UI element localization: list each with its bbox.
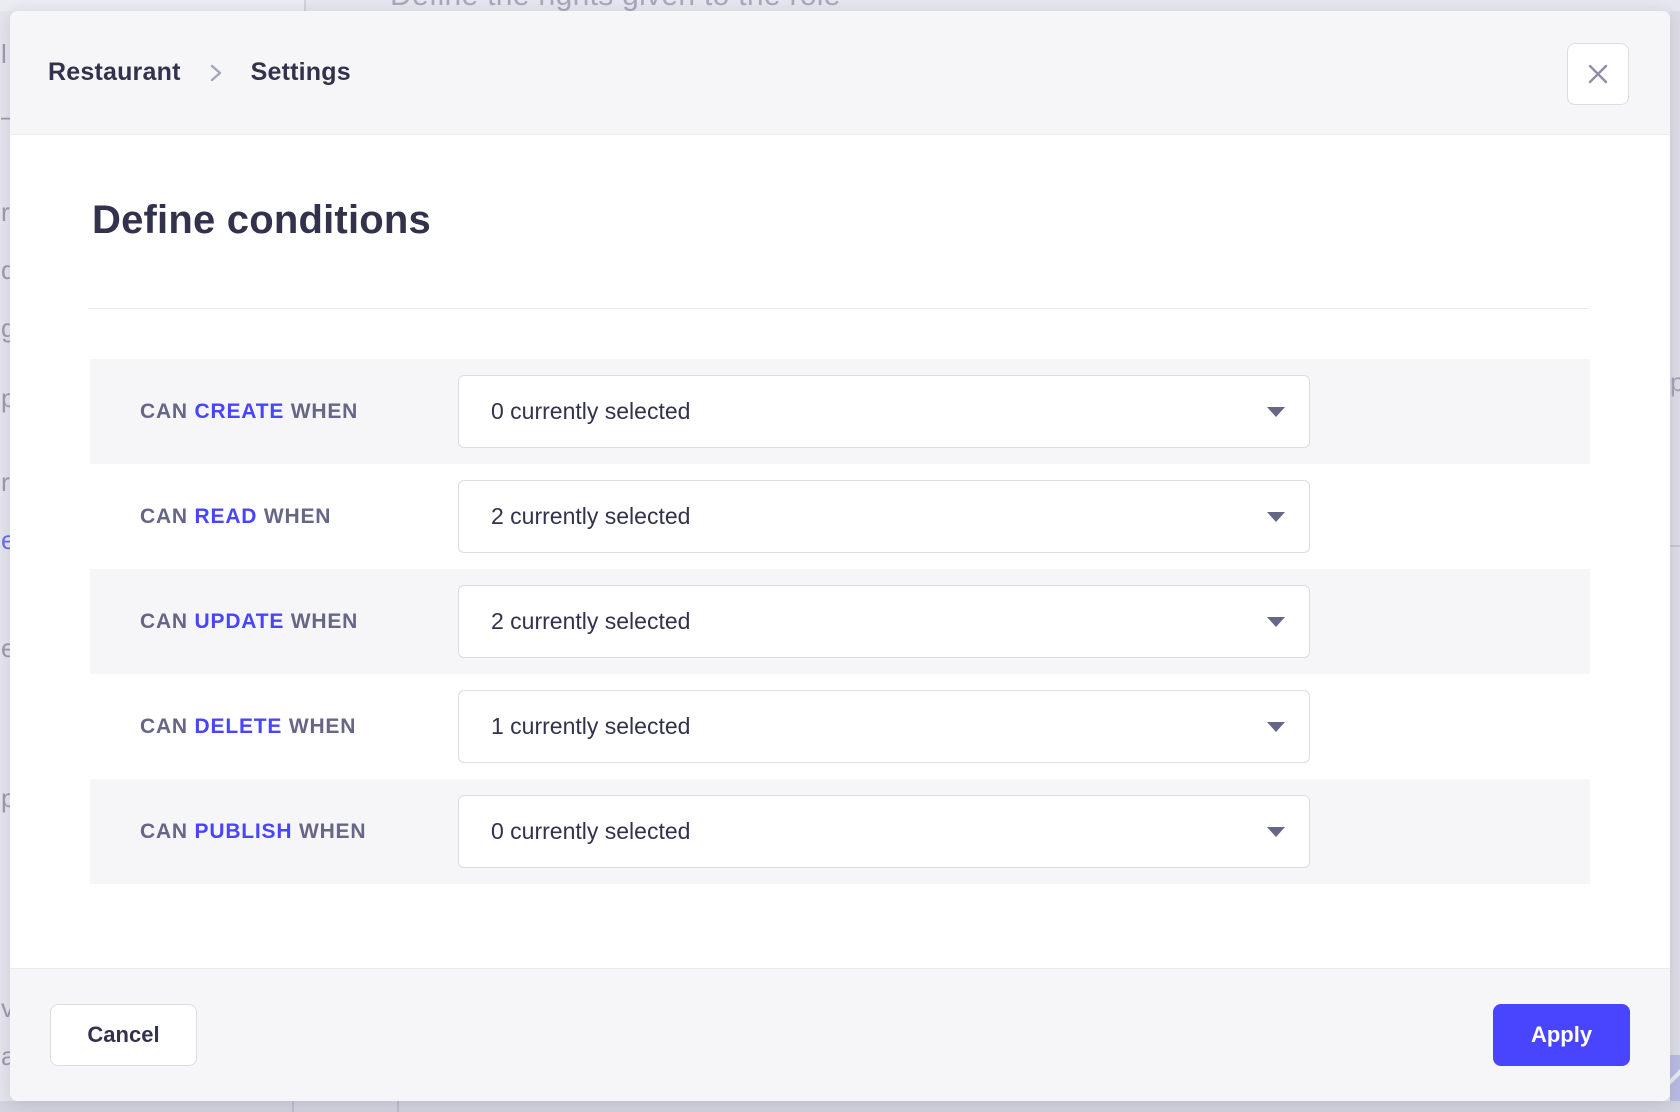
- background-text-fragment: v: [1, 995, 10, 1021]
- label-action: PUBLISH: [195, 820, 293, 843]
- background-divider: [292, 1101, 294, 1112]
- title-divider: [88, 308, 1590, 309]
- conditions-table: CAN CREATE WHEN 0 currently selected CAN…: [90, 359, 1590, 884]
- modal-body: Define conditions CAN CREATE WHEN 0 curr…: [10, 136, 1670, 968]
- select-value: 2 currently selected: [491, 608, 690, 635]
- label-prefix: CAN: [140, 820, 188, 843]
- caret-down-icon: [1267, 512, 1285, 522]
- background-text-fragment: ai: [1, 1043, 10, 1069]
- breadcrumb-parent[interactable]: Restaurant: [48, 58, 181, 87]
- delete-conditions-select[interactable]: 1 currently selected: [458, 690, 1310, 763]
- background-left-strip: l — r d g p ri e er p v ai: [0, 11, 10, 1101]
- caret-down-icon: [1267, 407, 1285, 417]
- cancel-button[interactable]: Cancel: [50, 1004, 197, 1066]
- condition-label: CAN PUBLISH WHEN: [90, 820, 458, 844]
- background-text-fragment: l: [1, 41, 7, 67]
- modal-footer: Cancel Apply: [10, 968, 1670, 1101]
- condition-row-publish: CAN PUBLISH WHEN 0 currently selected: [90, 779, 1590, 884]
- background-edit-icon-fragment: [1670, 1055, 1680, 1101]
- breadcrumb-current: Settings: [251, 58, 351, 87]
- condition-label: CAN UPDATE WHEN: [90, 610, 458, 634]
- select-value: 0 currently selected: [491, 818, 690, 845]
- create-conditions-select[interactable]: 0 currently selected: [458, 375, 1310, 448]
- update-conditions-select[interactable]: 2 currently selected: [458, 585, 1310, 658]
- background-divider: [304, 0, 306, 11]
- page-title: Define conditions: [92, 198, 431, 243]
- caret-down-icon: [1267, 827, 1285, 837]
- chevron-right-icon: [209, 62, 223, 84]
- label-action: READ: [195, 505, 258, 528]
- select-value: 0 currently selected: [491, 398, 690, 425]
- breadcrumb: Restaurant Settings: [48, 58, 351, 87]
- label-suffix: WHEN: [289, 715, 356, 738]
- background-text-fragment: d: [1, 257, 10, 283]
- label-action: DELETE: [195, 715, 283, 738]
- background-text-fragment: g: [1, 315, 10, 341]
- label-suffix: WHEN: [299, 820, 366, 843]
- read-conditions-select[interactable]: 2 currently selected: [458, 480, 1310, 553]
- label-prefix: CAN: [140, 400, 188, 423]
- background-right-strip: p: [1670, 11, 1680, 1101]
- label-suffix: WHEN: [291, 610, 358, 633]
- condition-row-update: CAN UPDATE WHEN 2 currently selected: [90, 569, 1590, 674]
- background-bottom-strip: [0, 1101, 1680, 1112]
- label-suffix: WHEN: [264, 505, 331, 528]
- condition-label: CAN CREATE WHEN: [90, 400, 458, 424]
- background-divider: [397, 1101, 399, 1112]
- close-icon: [1584, 60, 1612, 88]
- publish-conditions-select[interactable]: 0 currently selected: [458, 795, 1310, 868]
- condition-row-create: CAN CREATE WHEN 0 currently selected: [90, 359, 1590, 464]
- label-suffix: WHEN: [291, 400, 358, 423]
- label-action: CREATE: [195, 400, 285, 423]
- background-text-fragment: ri: [1, 469, 10, 495]
- background-text-fragment: p: [1, 385, 10, 411]
- background-top-left-panel: [0, 0, 304, 11]
- background-text-fragment: p: [1670, 369, 1680, 395]
- select-value: 1 currently selected: [491, 713, 690, 740]
- background-text-fragment: —: [1, 103, 10, 129]
- background-text-fragment: e: [1, 527, 10, 553]
- condition-row-read: CAN READ WHEN 2 currently selected: [90, 464, 1590, 569]
- condition-label: CAN DELETE WHEN: [90, 715, 458, 739]
- close-button[interactable]: [1567, 43, 1629, 105]
- label-prefix: CAN: [140, 610, 188, 633]
- apply-button[interactable]: Apply: [1493, 1004, 1630, 1066]
- background-text-fragment: er: [1, 635, 10, 661]
- label-prefix: CAN: [140, 715, 188, 738]
- define-conditions-modal: Restaurant Settings Define conditio: [10, 11, 1670, 1101]
- modal-header: Restaurant Settings: [10, 11, 1670, 135]
- condition-row-delete: CAN DELETE WHEN 1 currently selected: [90, 674, 1590, 779]
- caret-down-icon: [1267, 722, 1285, 732]
- background-text-fragment: r: [1, 199, 10, 225]
- background-heading: Define the rights given to the role: [390, 0, 841, 11]
- select-value: 2 currently selected: [491, 503, 690, 530]
- background-top-strip: Define the rights given to the role: [0, 0, 1680, 11]
- label-prefix: CAN: [140, 505, 188, 528]
- background-divider: [1670, 545, 1680, 547]
- background-text-fragment: p: [1, 785, 10, 811]
- caret-down-icon: [1267, 617, 1285, 627]
- condition-label: CAN READ WHEN: [90, 505, 458, 529]
- label-action: UPDATE: [195, 610, 285, 633]
